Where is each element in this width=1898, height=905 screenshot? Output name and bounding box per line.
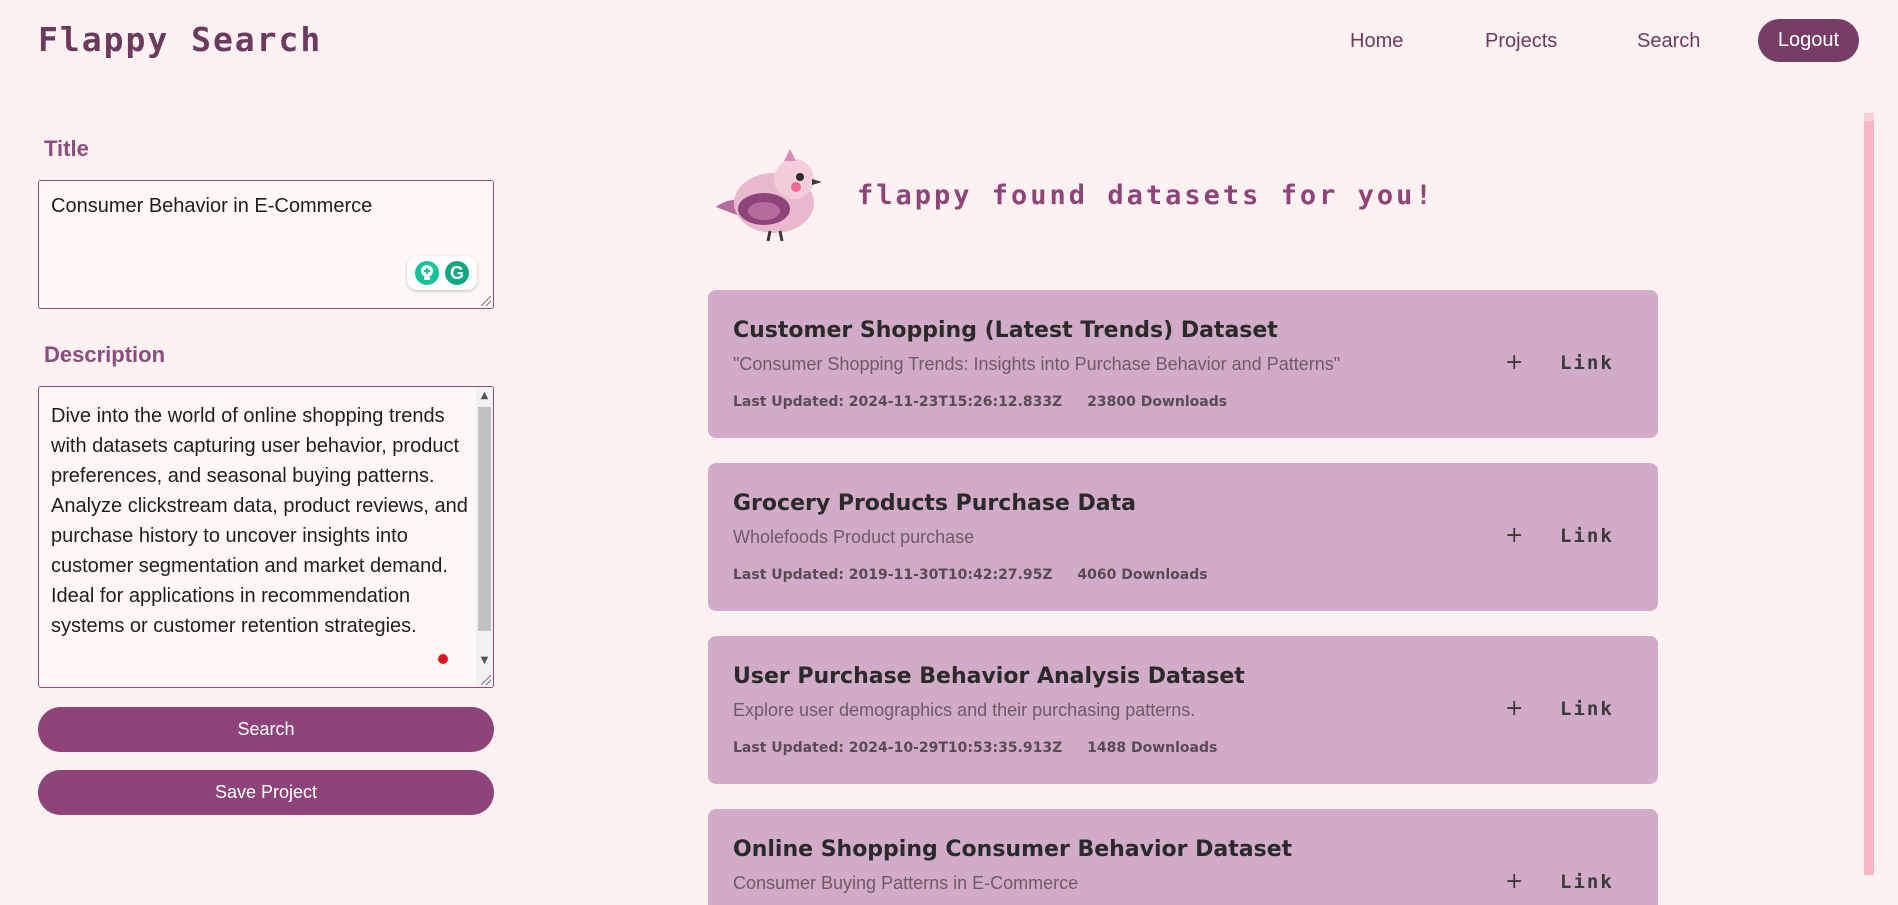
dataset-updated: Last Updated: 2019-11-30T10:42:27.95Z [733,567,1053,583]
add-dataset-button[interactable]: + [1505,523,1525,548]
dataset-title: Online Shopping Consumer Behavior Datase… [733,837,1293,862]
scroll-up-arrow-icon[interactable]: ▲ [476,387,493,404]
resize-handle-icon[interactable] [481,296,491,306]
dataset-link[interactable]: Link [1560,871,1614,893]
nav-home[interactable]: Home [1350,30,1403,53]
description-input-value: Dive into the world of online shopping t… [51,405,468,637]
brand-logo[interactable]: Flappy Search [38,20,322,59]
dataset-subtitle: Wholefoods Product purchase [733,527,975,547]
nav-projects[interactable]: Projects [1485,30,1557,53]
dataset-subtitle: Explore user demographics and their purc… [733,700,1196,720]
dataset-updated: Last Updated: 2024-10-29T10:53:35.913Z [733,740,1063,756]
dataset-meta: Last Updated: 2024-10-29T10:53:35.913Z 1… [733,740,1237,756]
dataset-link[interactable]: Link [1560,698,1614,720]
dataset-downloads: 4060 Downloads [1077,567,1208,583]
dataset-subtitle: Consumer Buying Patterns in E-Commerce [733,873,1079,893]
add-dataset-button[interactable]: + [1505,696,1525,721]
page-scrollbar[interactable] [1864,113,1874,875]
page-scrollbar-arrow[interactable] [1864,113,1874,121]
title-input-value: Consumer Behavior in E-Commerce [51,195,373,217]
results-headline: flappy found datasets for you! [857,180,1435,211]
dataset-card: Online Shopping Consumer Behavior Datase… [708,809,1658,905]
bird-mascot-icon [712,145,824,245]
dataset-card: Grocery Products Purchase Data Wholefood… [708,463,1658,611]
scroll-down-arrow-icon[interactable]: ▼ [476,652,493,669]
dataset-meta: Last Updated: 2019-11-30T10:42:27.95Z 40… [733,567,1228,583]
recording-dot-icon [438,654,448,664]
page: Flappy Search Home Projects Search Logou… [0,0,1898,905]
dataset-downloads: 23800 Downloads [1087,394,1228,410]
dataset-meta: Last Updated: 2024-11-23T15:26:12.833Z 2… [733,394,1247,410]
dataset-card: Customer Shopping (Latest Trends) Datase… [708,290,1658,438]
description-input[interactable]: Dive into the world of online shopping t… [38,386,494,688]
dataset-title: User Purchase Behavior Analysis Dataset [733,664,1245,689]
dataset-title: Customer Shopping (Latest Trends) Datase… [733,318,1278,343]
grammarly-icon[interactable]: G [445,261,469,285]
logout-button[interactable]: Logout [1758,19,1859,62]
lightbulb-icon[interactable] [415,261,439,285]
resize-handle-icon[interactable] [481,675,491,685]
scroll-thumb[interactable] [478,407,491,631]
dataset-link[interactable]: Link [1560,352,1614,374]
dataset-subtitle: "Consumer Shopping Trends: Insights into… [733,354,1341,374]
title-input[interactable]: Consumer Behavior in E-Commerce G [38,180,494,309]
dataset-title: Grocery Products Purchase Data [733,491,1136,516]
search-button[interactable]: Search [38,707,494,752]
description-scrollbar[interactable]: ▲ ▼ [476,387,493,687]
save-project-button[interactable]: Save Project [38,770,494,815]
dataset-card: User Purchase Behavior Analysis Dataset … [708,636,1658,784]
dataset-downloads: 1488 Downloads [1087,740,1218,756]
dataset-updated: Last Updated: 2024-11-23T15:26:12.833Z [733,394,1063,410]
title-label: Title [44,136,89,161]
add-dataset-button[interactable]: + [1505,869,1525,894]
description-label: Description [44,342,166,367]
dataset-link[interactable]: Link [1560,525,1614,547]
add-dataset-button[interactable]: + [1505,350,1525,375]
nav-search[interactable]: Search [1637,30,1700,53]
grammar-assistant-badge[interactable]: G [407,256,477,290]
